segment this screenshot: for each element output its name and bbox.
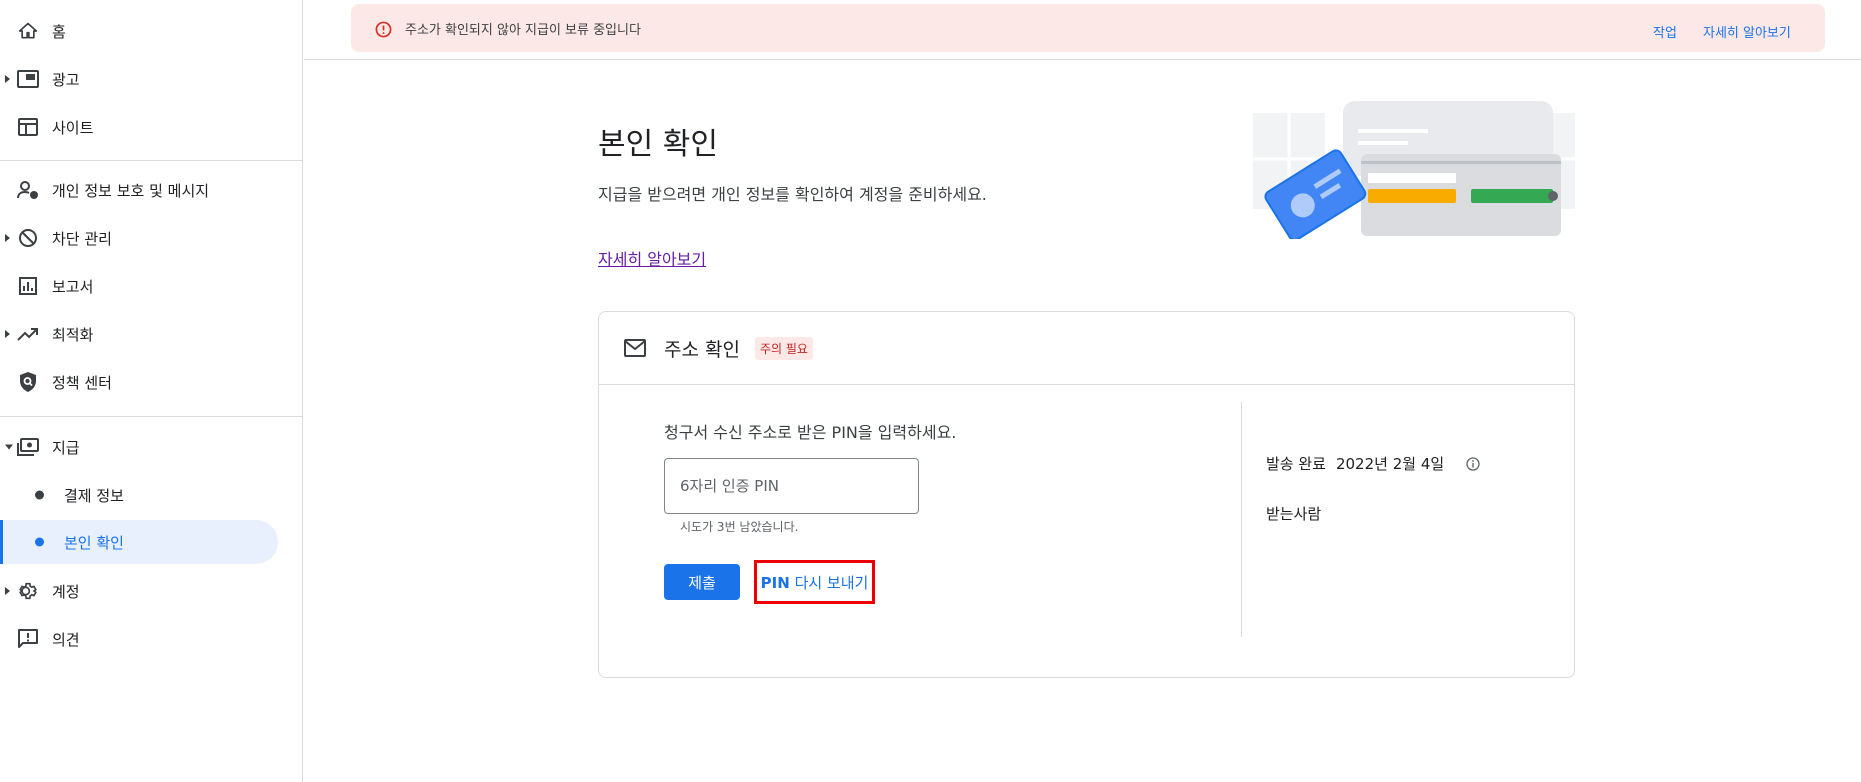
sidebar-item-blocking-controls[interactable]: 차단 관리	[0, 216, 278, 260]
gear-icon	[17, 580, 39, 602]
sidebar-item-payments[interactable]: 지급	[0, 425, 278, 469]
header-divider	[304, 59, 1861, 60]
sidebar-item-sites[interactable]: 사이트	[0, 105, 278, 149]
resend-pin-link[interactable]: PIN 다시 보내기	[761, 572, 869, 593]
pin-input[interactable]	[664, 458, 919, 514]
person-privacy-icon	[17, 179, 39, 201]
sidebar-item-label: 차단 관리	[52, 229, 112, 248]
sidebar-item-label: 결제 정보	[64, 486, 124, 505]
bullet-icon	[35, 490, 44, 500]
sidebar-item-label: 홈	[52, 22, 66, 41]
sidebar-item-label: 지급	[52, 438, 80, 457]
mail-icon	[624, 339, 646, 357]
trending-up-icon	[17, 323, 39, 345]
block-icon	[17, 227, 39, 249]
sidebar-item-home[interactable]: 홈	[0, 9, 278, 53]
web-icon	[17, 116, 39, 138]
sidebar-item-policy-center[interactable]: 정책 센터	[0, 360, 278, 404]
bullet-icon	[35, 537, 44, 547]
bar-chart-icon	[17, 275, 39, 297]
sidebar-item-identity-verification[interactable]: 본인 확인	[0, 520, 278, 564]
attempts-remaining-text: 시도가 3번 남았습니다.	[680, 520, 799, 534]
sidebar-divider	[0, 416, 303, 417]
card-title: 주소 확인	[664, 339, 740, 361]
home-icon	[17, 20, 39, 42]
address-verification-card: 주소 확인 주의 필요 청구서 수신 주소로 받은 PIN을 입력하세요. 시도…	[598, 311, 1575, 678]
sidebar-item-feedback[interactable]: 의견	[0, 617, 278, 661]
sidebar-item-optimization[interactable]: 최적화	[0, 312, 278, 356]
sidebar-item-label: 최적화	[52, 325, 94, 344]
sidebar-item-label: 본인 확인	[64, 533, 124, 552]
sidebar-item-label: 사이트	[52, 118, 94, 137]
sidebar-item-label: 의견	[52, 630, 80, 649]
page-title: 본인 확인	[598, 127, 718, 162]
learn-more-link[interactable]: 자세히 알아보기	[598, 246, 706, 270]
sidebar-item-label: 보고서	[52, 277, 94, 296]
sent-date: 2022년 2월 4일	[1335, 455, 1445, 473]
expand-caret-icon[interactable]	[5, 587, 10, 595]
alert-learn-more-link[interactable]: 자세히 알아보기	[1703, 22, 1791, 41]
sidebar-item-label: 계정	[52, 582, 80, 601]
status-badge: 주의 필요	[755, 337, 813, 360]
info-icon[interactable]	[1466, 456, 1480, 471]
payments-icon	[17, 436, 39, 458]
alert-action-button[interactable]: 작업	[1653, 22, 1677, 41]
sidebar-item-reports[interactable]: 보고서	[0, 264, 278, 308]
sidebar-item-ads[interactable]: 광고	[0, 57, 278, 101]
submit-button[interactable]: 제출	[664, 564, 740, 600]
sent-status-row: 발송 완료 2022년 2월 4일	[1266, 453, 1480, 474]
sidebar-item-label: 정책 센터	[52, 373, 112, 392]
sidebar-divider	[0, 160, 303, 161]
app-root: 홈 광고 사이트 개인 정보 보호 및 메시지 차단 관리 보고서 최적화 정책…	[0, 0, 1861, 782]
resend-pin-prefix: PIN	[760, 573, 790, 592]
expand-caret-icon[interactable]	[5, 330, 10, 338]
resend-pin-highlight: PIN 다시 보내기	[754, 560, 875, 604]
pin-instruction: 청구서 수신 주소로 받은 PIN을 입력하세요.	[664, 423, 957, 442]
identity-verification-illustration	[1253, 99, 1575, 241]
expand-caret-icon[interactable]	[5, 234, 10, 242]
sidebar-item-label: 광고	[52, 70, 80, 89]
alert-message: 주소가 확인되지 않아 지급이 보류 중입니다	[405, 23, 641, 38]
card-header: 주소 확인 주의 필요	[599, 312, 1574, 385]
sidebar-item-privacy-messaging[interactable]: 개인 정보 보호 및 메시지	[0, 168, 278, 212]
feedback-icon	[17, 628, 39, 650]
card-divider	[1241, 402, 1242, 637]
expand-caret-icon[interactable]	[5, 75, 10, 83]
error-icon	[375, 21, 392, 38]
recipient-label: 받는사람	[1266, 505, 1322, 523]
collapse-caret-icon[interactable]	[5, 444, 13, 450]
resend-pin-suffix: 다시 보내기	[789, 573, 869, 592]
ad-unit-icon	[17, 68, 39, 90]
sidebar-item-payment-info[interactable]: 결제 정보	[0, 473, 278, 517]
alert-banner: 주소가 확인되지 않아 지급이 보류 중입니다 작업 자세히 알아보기	[351, 4, 1825, 52]
policy-shield-icon	[17, 371, 39, 393]
sidebar: 홈 광고 사이트 개인 정보 보호 및 메시지 차단 관리 보고서 최적화 정책…	[0, 0, 303, 782]
sidebar-item-account[interactable]: 계정	[0, 569, 278, 613]
sent-label: 발송 완료	[1266, 455, 1326, 473]
page-description: 지급을 받으려면 개인 정보를 확인하여 계정을 준비하세요.	[598, 185, 987, 204]
sidebar-item-label: 개인 정보 보호 및 메시지	[52, 181, 210, 200]
